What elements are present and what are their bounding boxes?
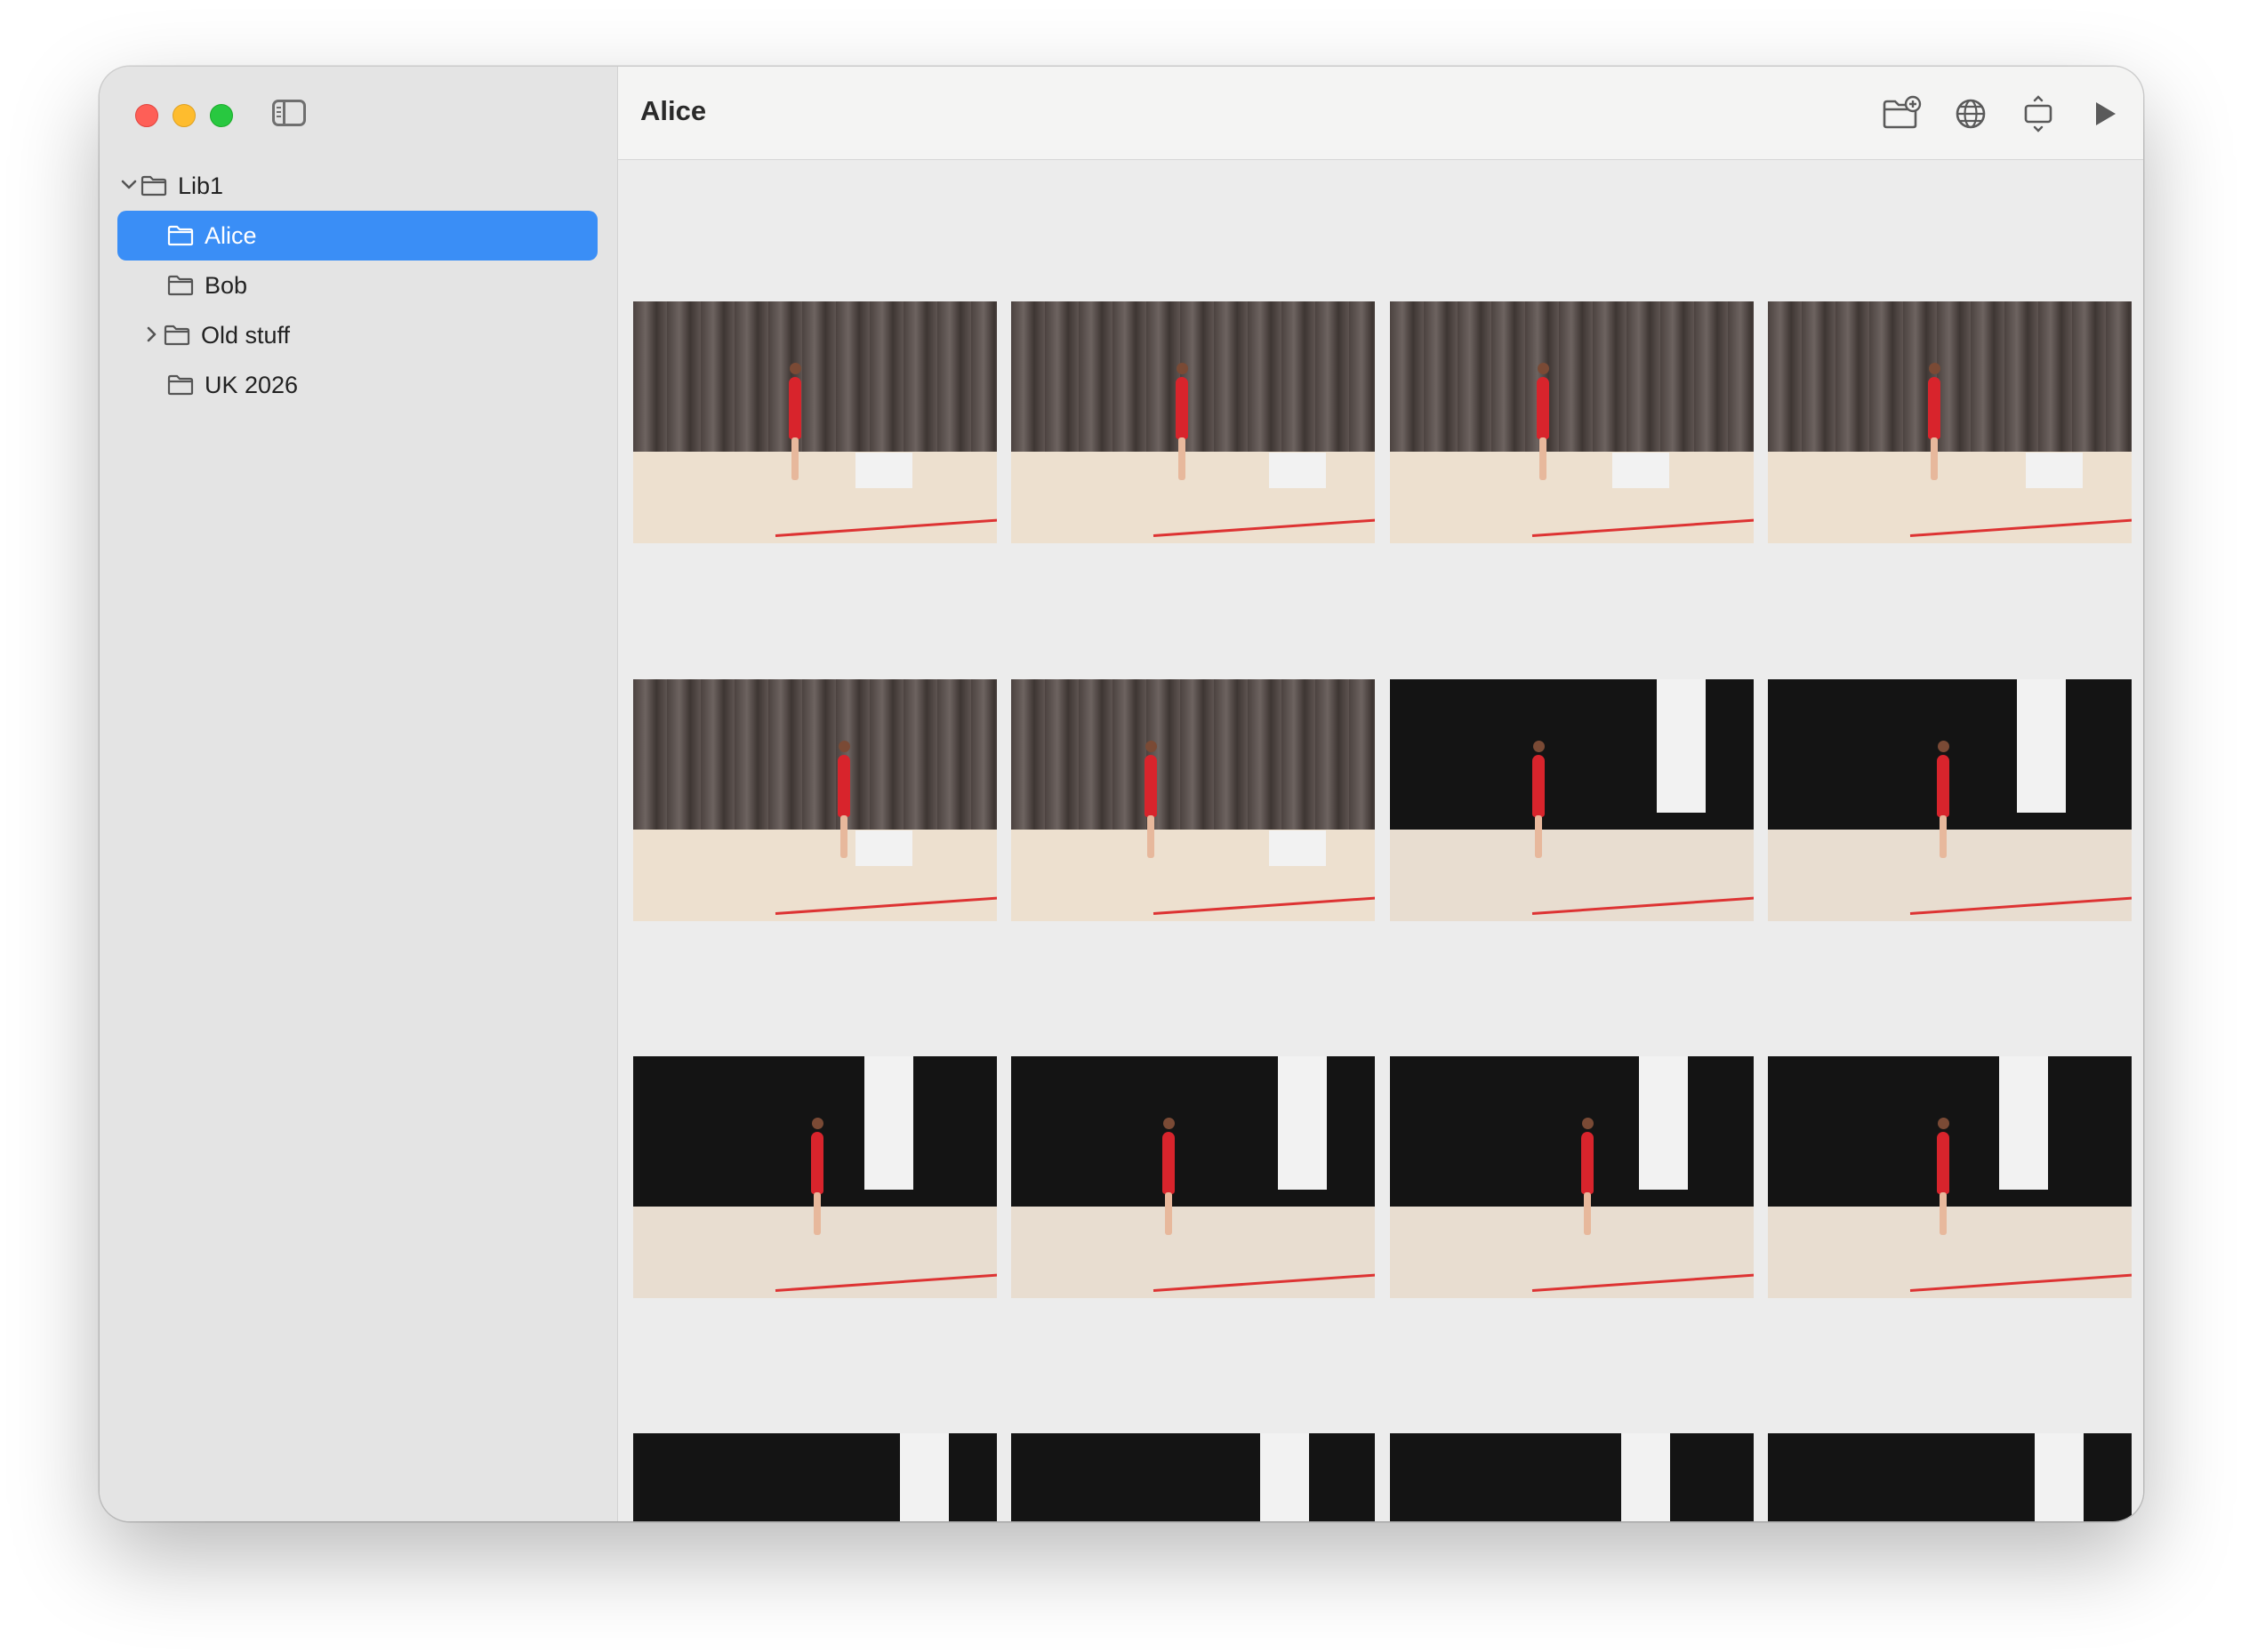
gymnast-figure	[811, 1118, 823, 1235]
play-icon[interactable]	[2084, 93, 2125, 134]
photo-floor	[1390, 1206, 1754, 1298]
photo-thumbnail[interactable]	[1390, 1056, 1754, 1298]
photo-banner	[864, 1056, 913, 1190]
sidebar-toggle-icon[interactable]	[272, 100, 306, 126]
photo-banner	[900, 1433, 949, 1521]
photo-floor	[1011, 1206, 1375, 1298]
gymnast-figure	[1532, 741, 1545, 858]
photo-sign	[1612, 453, 1669, 488]
photo-floor	[633, 451, 997, 543]
toolbar: Alice	[618, 67, 2143, 160]
photo-banner	[2017, 679, 2066, 813]
photo-background	[1011, 1433, 1375, 1521]
photo-sign	[1269, 453, 1326, 488]
photo-banner	[1278, 1056, 1327, 1190]
gymnast-figure	[1928, 363, 1940, 480]
folder-icon	[167, 275, 194, 296]
photo-banner	[2035, 1433, 2084, 1521]
sidebar-item-label: Alice	[205, 221, 257, 249]
photo-banner	[1621, 1433, 1670, 1521]
photo-sign	[855, 453, 912, 488]
globe-icon[interactable]	[1950, 93, 1991, 134]
new-folder-icon[interactable]	[1881, 93, 1922, 134]
sidebar-item-alice[interactable]: Alice	[117, 211, 598, 261]
photo-background	[1011, 679, 1375, 830]
sidebar-item-bob[interactable]: Bob	[117, 261, 598, 310]
photo-background	[1390, 301, 1754, 452]
sidebar-item-label: Lib1	[178, 172, 224, 199]
photo-thumbnail[interactable]	[1390, 679, 1754, 921]
folder-icon	[167, 374, 194, 396]
sidebar: Lib1 Alice Bob Old stuff UK 2026	[100, 67, 618, 1521]
gymnast-figure	[1176, 363, 1188, 480]
photo-floor	[1390, 451, 1754, 543]
sidebar-item-label: UK 2026	[205, 371, 299, 398]
photo-thumbnail[interactable]	[1768, 301, 2132, 543]
folder-icon	[167, 225, 194, 246]
chevron-right-icon[interactable]	[141, 310, 164, 360]
photo-grid	[618, 160, 2143, 1521]
photo-thumbnail[interactable]	[1011, 1056, 1375, 1298]
photo-thumbnail[interactable]	[1768, 1433, 2132, 1521]
sidebar-item-old-stuff[interactable]: Old stuff	[141, 310, 598, 360]
photo-thumbnail[interactable]	[633, 679, 997, 921]
photo-thumbnail[interactable]	[633, 301, 997, 543]
gymnast-figure	[1162, 1118, 1175, 1235]
photo-thumbnail[interactable]	[1390, 301, 1754, 543]
folder-icon	[164, 325, 190, 346]
photo-background	[633, 301, 997, 452]
photo-thumbnail[interactable]	[633, 1056, 997, 1298]
photo-floor	[1768, 1206, 2132, 1298]
photo-thumbnail[interactable]	[1768, 1056, 2132, 1298]
photo-background	[633, 679, 997, 830]
photo-background	[1768, 1056, 2132, 1207]
photo-floor	[1390, 829, 1754, 921]
photo-background	[1390, 1433, 1754, 1521]
photo-banner	[1260, 1433, 1309, 1521]
photo-background	[1011, 301, 1375, 452]
photo-background	[1768, 679, 2132, 830]
photo-sign	[1269, 830, 1326, 866]
sidebar-item-lib1[interactable]: Lib1	[117, 161, 580, 211]
gymnast-figure	[1145, 741, 1157, 858]
zoom-window-button[interactable]	[210, 104, 233, 127]
photo-banner	[1999, 1056, 2048, 1190]
photo-thumbnail[interactable]	[1011, 1433, 1375, 1521]
photo-floor	[1768, 829, 2132, 921]
window-controls	[135, 104, 233, 127]
photo-floor	[633, 829, 997, 921]
sidebar-item-uk-2026[interactable]: UK 2026	[117, 360, 598, 410]
fit-screen-icon[interactable]	[2018, 93, 2059, 134]
photo-thumbnail[interactable]	[1011, 679, 1375, 921]
photo-thumbnail[interactable]	[1768, 679, 2132, 921]
gymnast-figure	[1537, 363, 1549, 480]
photo-background	[1390, 1056, 1754, 1207]
folder-icon	[141, 175, 167, 196]
chevron-down-icon[interactable]	[117, 161, 141, 211]
photo-banner	[1657, 679, 1706, 813]
photo-sign	[2026, 453, 2083, 488]
photo-background	[1768, 301, 2132, 452]
page-title: Alice	[640, 95, 707, 126]
photo-thumbnail[interactable]	[1011, 301, 1375, 543]
photo-sign	[855, 830, 912, 866]
app-window: Lib1 Alice Bob Old stuff UK 2026 Alice	[100, 67, 2143, 1521]
gymnast-figure	[1937, 741, 1949, 858]
sidebar-item-label: Old stuff	[201, 321, 291, 349]
close-window-button[interactable]	[135, 104, 158, 127]
minimize-window-button[interactable]	[173, 104, 196, 127]
gymnast-figure	[789, 363, 801, 480]
sidebar-item-label: Bob	[205, 271, 248, 299]
photo-thumbnail[interactable]	[1390, 1433, 1754, 1521]
gymnast-figure	[838, 741, 850, 858]
gymnast-figure	[1581, 1118, 1594, 1235]
gymnast-figure	[1937, 1118, 1949, 1235]
photo-thumbnail[interactable]	[633, 1433, 997, 1521]
photo-banner	[1639, 1056, 1688, 1190]
